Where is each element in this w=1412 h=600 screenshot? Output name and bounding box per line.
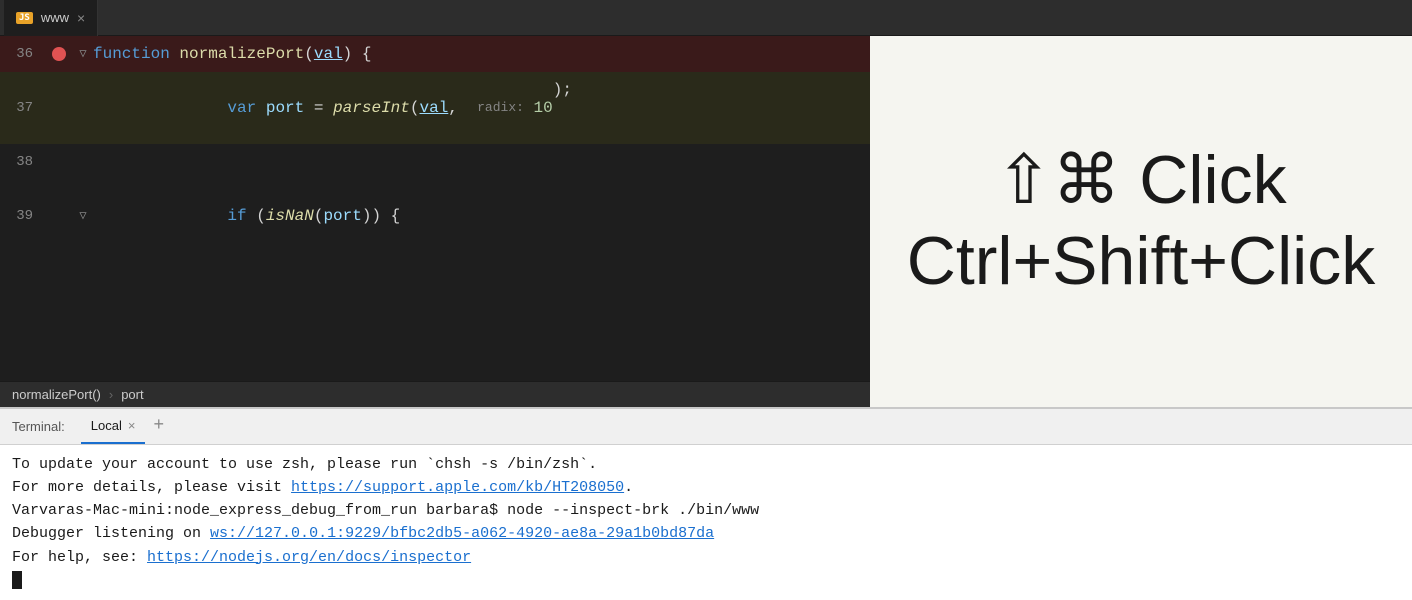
terminal-line-2: For more details, please visit https://s… <box>12 476 1400 499</box>
breadcrumb-item-1[interactable]: normalizePort() <box>12 387 101 402</box>
breadcrumb: normalizePort() › port <box>0 381 870 407</box>
terminal-link-1[interactable]: https://support.apple.com/kb/HT208050 <box>291 479 624 496</box>
code-line-39: 39 ▽ if (isNaN(port)) { <box>0 180 870 252</box>
js-icon: JS <box>16 12 33 24</box>
terminal-section: Terminal: Local × + To update your accou… <box>0 407 1412 600</box>
breakpoint-dot <box>52 47 66 61</box>
line-number-36: 36 <box>0 36 45 72</box>
terminal-add-tab[interactable]: + <box>145 416 172 436</box>
terminal-local-tab[interactable]: Local × <box>81 408 146 444</box>
overlay-line2: Ctrl+Shift+Click <box>907 223 1376 299</box>
terminal-link-3[interactable]: https://nodejs.org/en/docs/inspector <box>147 549 471 566</box>
terminal-tab-close[interactable]: × <box>128 418 136 433</box>
line-number-38: 38 <box>0 144 45 180</box>
terminal-tab-bar: Terminal: Local × + <box>0 409 1412 445</box>
editor-with-overlay: 36 ▽ function normalizePort(val) { 37 va… <box>0 36 1412 407</box>
code-line-38: 38 <box>0 144 870 180</box>
terminal-line-4: Debugger listening on ws://127.0.0.1:922… <box>12 522 1400 545</box>
line-number-39: 39 <box>0 198 45 234</box>
breakpoint-36[interactable] <box>45 47 73 61</box>
terminal-label: Terminal: <box>12 419 65 434</box>
terminal-line-3: Varvaras-Mac-mini:node_express_debug_fro… <box>12 499 1400 522</box>
overlay-text: ⇧⌘ Click Ctrl+Shift+Click <box>907 140 1376 303</box>
terminal-link-2[interactable]: ws://127.0.0.1:9229/bfbc2db5-a062-4920-a… <box>210 525 714 542</box>
fold-arrow-36[interactable]: ▽ <box>73 36 93 72</box>
terminal-tab-name: Local <box>91 418 122 433</box>
terminal-cursor <box>12 571 22 589</box>
code-section: 36 ▽ function normalizePort(val) { 37 va… <box>0 36 870 407</box>
tab-bar: JS www × <box>0 0 1412 36</box>
file-tab[interactable]: JS www × <box>4 0 98 36</box>
code-line-37: 37 var port = parseInt(val, radix: 10); <box>0 72 870 144</box>
tab-label: www <box>41 10 69 25</box>
fold-arrow-39[interactable]: ▽ <box>73 198 93 234</box>
code-content-36: function normalizePort(val) { <box>93 36 870 72</box>
tab-close-button[interactable]: × <box>77 11 85 25</box>
breadcrumb-item-2[interactable]: port <box>121 387 143 402</box>
terminal-line-1: To update your account to use zsh, pleas… <box>12 453 1400 476</box>
breadcrumb-separator: › <box>109 387 113 402</box>
terminal-line-cursor <box>12 569 1400 592</box>
code-content-37: var port = parseInt(val, radix: 10); <box>93 72 870 144</box>
overlay-panel: ⇧⌘ Click Ctrl+Shift+Click <box>870 36 1412 407</box>
code-content-39: if (isNaN(port)) { <box>93 180 870 252</box>
terminal-line-5: For help, see: https://nodejs.org/en/doc… <box>12 546 1400 569</box>
line-number-37: 37 <box>0 90 45 126</box>
code-line-36: 36 ▽ function normalizePort(val) { <box>0 36 870 72</box>
overlay-line1: ⇧⌘ Click <box>995 142 1286 218</box>
terminal-content: To update your account to use zsh, pleas… <box>0 445 1412 600</box>
code-lines: 36 ▽ function normalizePort(val) { 37 va… <box>0 36 870 381</box>
